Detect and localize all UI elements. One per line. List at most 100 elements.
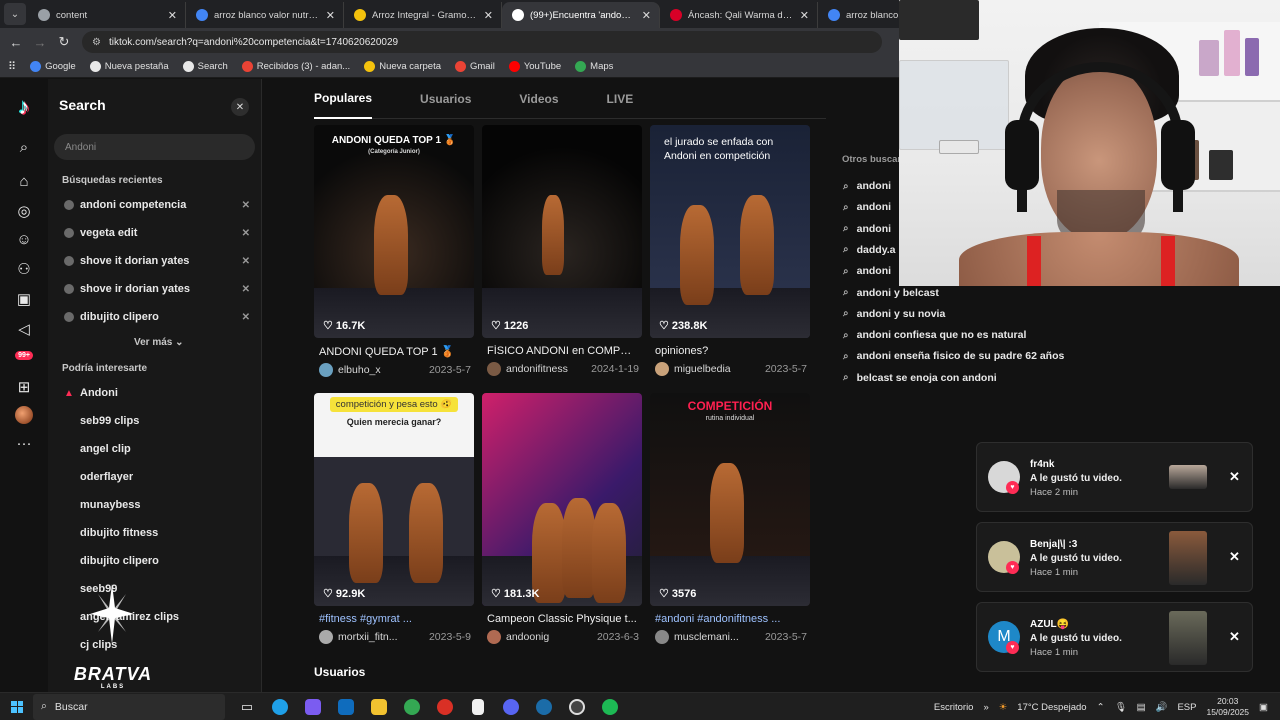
notification-video-thumbnail[interactable] [1169, 465, 1207, 489]
remove-recent-icon[interactable]: ✕ [242, 256, 250, 267]
creator-avatar[interactable] [319, 630, 333, 644]
remove-recent-icon[interactable]: ✕ [242, 228, 250, 239]
bookmark-item[interactable]: Search [182, 61, 228, 72]
see-more-button[interactable]: Ver más ⌄ [134, 337, 184, 348]
related-search-item[interactable]: ⌕ andoni [843, 180, 891, 192]
recent-search-item[interactable]: dibujito clipero ✕ [64, 308, 250, 326]
remove-recent-icon[interactable]: ✕ [242, 312, 250, 323]
video-caption[interactable]: FÍSICO ANDONI en COMPETI... [482, 345, 637, 357]
friends-icon[interactable]: ⚇ [12, 257, 36, 281]
recent-search-item[interactable]: vegeta edit ✕ [64, 224, 250, 242]
steam-icon[interactable] [533, 696, 555, 718]
related-search-item[interactable]: ⌕ daddy.a [843, 244, 896, 256]
messages-icon[interactable]: ◁ [12, 317, 36, 341]
home-icon[interactable]: ⌂ [12, 169, 36, 193]
browser-tab[interactable]: Áncash: Qali Warma destaca va ✕ [660, 2, 818, 28]
tab-close-icon[interactable]: ✕ [326, 9, 335, 22]
video-thumbnail[interactable]: ♡ 1226 [482, 125, 642, 338]
creator-username[interactable]: elbuho_x [338, 364, 424, 376]
related-search-item[interactable]: ⌕ andoni [843, 223, 891, 235]
bookmark-item[interactable]: Maps [575, 61, 613, 72]
video-card[interactable]: competición y pesa esto 🫨 Quien merecia g… [314, 393, 474, 644]
video-card[interactable]: COMPETICIÓN rutina individual ♡ 3576 #andon… [650, 393, 810, 644]
edge-icon[interactable] [269, 696, 291, 718]
weather-text[interactable]: 17°C Despejado [1017, 702, 1086, 713]
tray-expand-icon[interactable]: ⌃ [1097, 702, 1105, 713]
remove-recent-icon[interactable]: ✕ [242, 200, 250, 211]
tab-search-dropdown-button[interactable]: ⌄ [4, 3, 26, 25]
search-input[interactable] [54, 134, 255, 160]
start-button[interactable] [11, 700, 23, 713]
bookmark-item[interactable]: YouTube [508, 61, 561, 72]
video-caption[interactable]: Campeon Classic Physique t... [482, 613, 637, 625]
upload-icon[interactable]: ⊞ [12, 375, 36, 399]
suggested-search-item[interactable]: munaybess [64, 496, 250, 514]
video-card[interactable]: ♡ 1226 FÍSICO ANDONI en COMPETI... andonif… [482, 125, 642, 376]
related-search-item[interactable]: ⌕ andoni confiesa que no es natural [843, 329, 1026, 341]
clock[interactable]: 20:03 15/09/2025 [1206, 696, 1249, 718]
video-caption[interactable]: #andoni #andonifitness ... [650, 613, 805, 625]
video-caption[interactable]: ANDONI QUEDA TOP 1 🥉 [314, 345, 469, 358]
discord-icon[interactable] [500, 696, 522, 718]
activity-icon[interactable]: 99+ [12, 343, 36, 367]
pdf-icon[interactable] [434, 696, 456, 718]
video-thumbnail[interactable]: ANDONI QUEDA TOP 1 🥉 (Categoría Junior) ♡ … [314, 125, 474, 338]
reload-button[interactable]: ↻ [52, 34, 76, 50]
volume-icon[interactable]: 🔊 [1156, 702, 1168, 713]
file-icon[interactable] [467, 696, 489, 718]
live-icon[interactable]: ▣ [12, 287, 36, 311]
search-icon[interactable]: ⌕ [12, 135, 36, 159]
creator-avatar[interactable] [319, 363, 333, 377]
tab-close-icon[interactable]: ✕ [484, 9, 493, 22]
creator-username[interactable]: mortxii_fitn... [338, 631, 424, 643]
tab-videos[interactable]: Videos [519, 79, 558, 119]
related-search-item[interactable]: ⌕ andoni [843, 201, 891, 213]
creator-avatar[interactable] [487, 630, 501, 644]
remove-recent-icon[interactable]: ✕ [242, 284, 250, 295]
close-icon[interactable]: ✕ [1229, 629, 1240, 645]
creator-avatar[interactable] [655, 630, 669, 644]
task-view-icon[interactable]: ▭ [236, 696, 258, 718]
file-explorer-icon[interactable] [368, 696, 390, 718]
notification-video-thumbnail[interactable] [1169, 611, 1207, 665]
forward-button[interactable]: → [28, 35, 52, 50]
suggested-search-item[interactable]: seb99 clips [64, 412, 250, 430]
notification-video-thumbnail[interactable] [1169, 531, 1207, 585]
creator-username[interactable]: musclemani... [674, 631, 760, 643]
bookmark-item[interactable]: Google [30, 61, 76, 72]
video-thumbnail[interactable]: COMPETICIÓN rutina individual ♡ 3576 [650, 393, 810, 606]
tab-populares[interactable]: Populares [314, 79, 373, 119]
video-caption[interactable]: opiniones? [650, 345, 805, 357]
suggested-search-item[interactable]: oderflayer [64, 468, 250, 486]
recent-search-item[interactable]: andoni competencia ✕ [64, 196, 250, 214]
obs-icon[interactable] [566, 696, 588, 718]
bookmark-item[interactable]: Recibidos (3) - adan... [241, 61, 350, 72]
like-notification[interactable]: ♥ Benja|\| :3 A le gustó tu video. Hace 1 m… [976, 522, 1253, 592]
tab-close-icon[interactable]: ✕ [800, 9, 809, 22]
copilot-icon[interactable] [302, 696, 324, 718]
video-thumbnail[interactable]: competición y pesa esto 🫨 Quien merecia g… [314, 393, 474, 606]
tiktok-logo-icon[interactable]: ♪ [12, 94, 36, 119]
close-icon[interactable]: ✕ [1229, 469, 1240, 485]
suggested-search-item[interactable]: dibujito fitness [64, 524, 250, 542]
recent-search-item[interactable]: shove ir dorian yates ✕ [64, 280, 250, 298]
tab-close-icon[interactable]: ✕ [168, 9, 177, 22]
tab-close-icon[interactable]: ✕ [642, 9, 651, 22]
apps-grid-icon[interactable]: ⠿ [8, 60, 16, 73]
tab-live[interactable]: LIVE [607, 79, 634, 119]
site-info-icon[interactable]: ⚙ [92, 37, 101, 48]
close-search-button[interactable]: ✕ [231, 98, 249, 116]
suggested-search-item[interactable]: dibujito clipero [64, 552, 250, 570]
video-card[interactable]: ♡ 181.3K Campeon Classic Physique t... and… [482, 393, 642, 644]
creator-username[interactable]: andoonig [506, 631, 592, 643]
more-icon[interactable]: ··· [12, 431, 36, 455]
following-icon[interactable]: ☺ [12, 227, 36, 251]
back-button[interactable]: ← [4, 35, 28, 50]
video-card[interactable]: el jurado se enfada con Andoni en compet… [650, 125, 810, 376]
browser-tab[interactable]: (99+)Encuentra 'andoni compe ✕ [502, 2, 660, 28]
suggested-search-item[interactable]: angel clip [64, 440, 250, 458]
taskbar-search[interactable]: ⌕ Buscar [33, 693, 225, 720]
explore-icon[interactable]: ◎ [12, 199, 36, 223]
related-search-item[interactable]: ⌕ andoni [843, 265, 891, 277]
language-indicator[interactable]: ESP [1177, 702, 1196, 713]
